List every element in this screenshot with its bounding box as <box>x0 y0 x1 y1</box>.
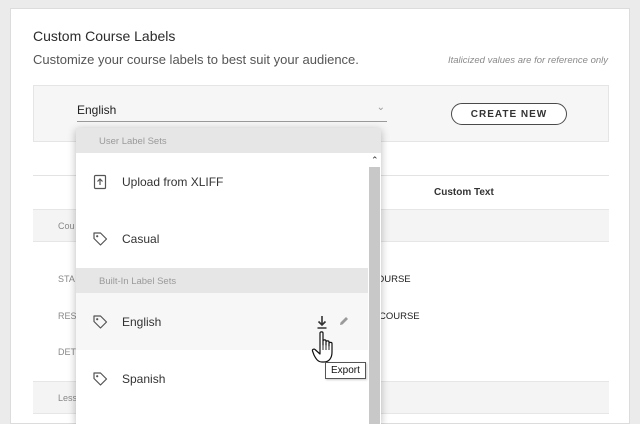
chevron-down-icon: ⌄ <box>376 102 385 113</box>
dropdown-scrollbar[interactable]: ⌃ <box>368 153 381 424</box>
tag-icon <box>93 372 108 386</box>
row-key: RES <box>58 311 77 321</box>
label-set-select-value: English <box>77 103 117 117</box>
user-label-sets-header: User Label Sets <box>76 128 381 153</box>
label-set-select[interactable]: English ⌄ <box>77 99 387 122</box>
dropdown-item-casual[interactable]: Casual <box>76 210 368 267</box>
tag-icon <box>93 232 108 246</box>
row-key: STA <box>58 274 75 284</box>
scrollbar-thumb[interactable] <box>369 167 380 424</box>
group-label: Less <box>58 393 78 403</box>
dropdown-item-upload-xliff[interactable]: Upload from XLIFF <box>76 153 368 210</box>
section-label: User Label Sets <box>99 136 167 147</box>
edit-pencil-icon[interactable] <box>338 315 350 327</box>
hand-pointer-cursor-icon <box>311 331 333 363</box>
custom-text-column-header: Custom Text <box>434 187 494 198</box>
label-set-dropdown-menu: User Label Sets Upload from XLIFF Casual… <box>76 128 381 424</box>
create-new-button[interactable]: CREATE NEW <box>451 103 567 125</box>
export-tooltip: Export <box>325 362 366 379</box>
scroll-up-arrow-icon[interactable]: ⌃ <box>371 155 379 166</box>
row-key: DET <box>58 347 76 357</box>
built-in-label-sets-header: Built-In Label Sets <box>76 268 381 293</box>
section-label: Built-In Label Sets <box>99 276 177 287</box>
export-icon[interactable] <box>316 315 328 329</box>
dropdown-item-label: Upload from XLIFF <box>122 175 224 189</box>
tag-icon <box>93 315 108 329</box>
page-title: Custom Course Labels <box>33 28 176 44</box>
dropdown-item-label: English <box>122 315 162 329</box>
reference-note: Italicized values are for reference only <box>448 55 608 66</box>
dropdown-item-label: Casual <box>122 232 160 246</box>
upload-icon <box>93 174 107 190</box>
group-label: Cou <box>58 221 75 231</box>
page-subtitle: Customize your course labels to best sui… <box>33 52 359 67</box>
dropdown-item-label: Spanish <box>122 372 166 386</box>
